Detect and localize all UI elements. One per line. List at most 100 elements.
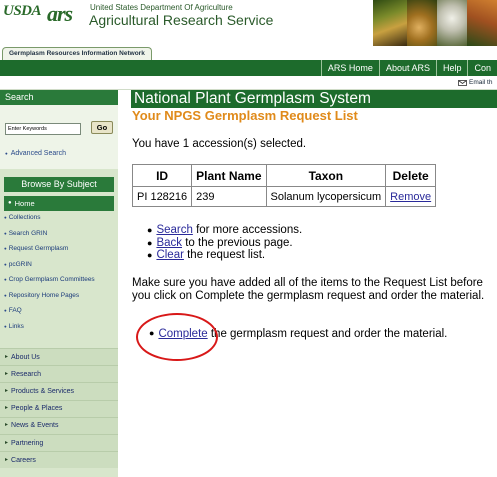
tab-grin[interactable]: Germplasm Resources Information Network xyxy=(2,47,152,60)
search-link[interactable]: Search xyxy=(156,224,192,236)
arrow-right-icon: ▸ xyxy=(5,353,9,360)
request-table: ID Plant Name Taxon Delete PI 128216 239… xyxy=(131,164,437,207)
sidebar-item-search-grin[interactable]: ● Search GRIN xyxy=(4,230,114,238)
table-row: PI 128216 239 Solanum lycopersicum Remov… xyxy=(131,186,437,207)
sidebar-item-pcgrin[interactable]: ● pcGRIN xyxy=(4,261,114,269)
sidebar-item-faq[interactable]: ● FAQ xyxy=(4,307,114,315)
cell-delete: Remove xyxy=(385,186,437,207)
go-button[interactable]: Go xyxy=(91,121,113,134)
envelope-icon xyxy=(458,79,467,86)
section-partnering[interactable]: ▸ Partnering xyxy=(0,433,118,452)
email-link[interactable]: Email th xyxy=(458,79,492,86)
list-item: ● Clear the request list. xyxy=(147,249,302,262)
usda-logo[interactable]: USDA xyxy=(3,3,42,20)
arrow-right-icon: ▸ xyxy=(5,456,9,463)
instructions-text: Make sure you have added all of the item… xyxy=(132,277,485,302)
table-header-row: ID Plant Name Taxon Delete xyxy=(131,164,437,187)
header-photo-plants xyxy=(373,0,407,46)
header-photo-grain xyxy=(407,0,437,46)
clear-link[interactable]: Clear xyxy=(156,249,183,261)
nav-about-ars[interactable]: About ARS xyxy=(378,60,436,76)
bullet-icon: ● xyxy=(4,308,7,313)
department-name: United States Department Of Agriculture xyxy=(90,3,233,12)
bullet-icon: ● xyxy=(4,230,7,236)
page-subtitle: Your NPGS Germplasm Request List xyxy=(132,108,358,123)
list-item: ● Back to the previous page. xyxy=(147,237,302,250)
bullet-icon: ● xyxy=(4,292,7,298)
remove-link[interactable]: Remove xyxy=(390,191,431,203)
keyword-search-input[interactable] xyxy=(5,123,81,135)
site-header: USDA ars United States Department Of Agr… xyxy=(0,0,497,46)
column-header-plant-name: Plant Name xyxy=(191,164,267,187)
section-people-places[interactable]: ▸ People & Places xyxy=(0,399,118,417)
sidebar-item-label: Request Germplasm xyxy=(8,245,69,252)
sidebar-item-repository-home-pages[interactable]: ● Repository Home Pages xyxy=(4,292,114,300)
arrow-right-icon: ▸ xyxy=(5,405,9,412)
sidebar-item-crop-germplasm-committees[interactable]: ● Crop Germplasm Committees xyxy=(4,276,114,284)
bullet-icon: ● xyxy=(4,323,7,329)
complete-text: the germplasm request and order the mate… xyxy=(207,328,448,340)
bullet-icon: ● xyxy=(5,151,8,156)
section-news-events[interactable]: ▸ News & Events xyxy=(0,416,118,434)
search-header: Search xyxy=(0,90,118,105)
sidebar-item-collections[interactable]: ● Collections xyxy=(4,214,114,222)
email-link-label: Email th xyxy=(469,79,493,86)
section-label: Research xyxy=(11,370,41,378)
sidebar-item-home[interactable]: ● Home xyxy=(4,196,114,211)
complete-link[interactable]: Complete xyxy=(158,328,207,340)
section-research[interactable]: ▸ Research xyxy=(0,365,118,383)
bullet-icon: ● xyxy=(4,215,7,220)
action-text: the request list. xyxy=(183,249,266,261)
action-list: ● Search for more accessions. ● Back to th… xyxy=(147,224,302,262)
section-label: Products & Services xyxy=(11,387,75,395)
nav-contact[interactable]: Con xyxy=(467,60,497,76)
sidebar-sections: ▸ About Us ▸ Research ▸ Products & Services… xyxy=(0,348,118,469)
sidebar: Search Go ● Advanced Search Browse By Su… xyxy=(0,90,118,477)
search-area: Go ● Advanced Search xyxy=(0,105,118,169)
action-text: for more accessions. xyxy=(192,224,303,236)
column-header-id: ID xyxy=(131,164,193,187)
sidebar-item-label: FAQ xyxy=(8,307,22,314)
back-link[interactable]: Back xyxy=(156,237,182,249)
arrow-right-icon: ▸ xyxy=(5,439,9,446)
header-photo-produce xyxy=(467,0,497,46)
agency-name: Agricultural Research Service xyxy=(89,12,274,28)
page-title: National Plant Germplasm System xyxy=(131,90,497,108)
section-careers[interactable]: ▸ Careers xyxy=(0,451,118,469)
sub-bar: Email th xyxy=(0,76,497,90)
advanced-search-label: Advanced Search xyxy=(10,150,66,158)
complete-item: ● Complete the germplasm request and ord… xyxy=(149,328,447,340)
sidebar-item-label: pcGRIN xyxy=(8,260,32,268)
accession-count-text: You have 1 accession(s) selected. xyxy=(132,138,307,150)
bullet-icon: ● xyxy=(147,250,153,260)
sidebar-item-label: Search GRIN xyxy=(8,229,48,237)
nav-ars-home[interactable]: ARS Home xyxy=(320,60,379,76)
sidebar-item-request-germplasm[interactable]: ● Request Germplasm xyxy=(4,245,114,253)
sidebar-item-label: Home xyxy=(14,199,35,208)
section-label: Partnering xyxy=(11,439,44,447)
cell-id: PI 128216 xyxy=(131,186,193,207)
advanced-search-link[interactable]: ● Advanced Search xyxy=(5,150,66,158)
cell-taxon: Solanum lycopersicum xyxy=(265,186,387,207)
arrow-right-icon: ▸ xyxy=(5,370,9,377)
sidebar-item-label: Collections xyxy=(8,214,41,221)
sidebar-item-label: Links xyxy=(8,322,24,330)
bullet-icon: ● xyxy=(4,246,7,251)
column-header-delete: Delete xyxy=(385,164,437,187)
section-label: News & Events xyxy=(11,422,59,430)
ars-logo[interactable]: ars xyxy=(47,1,73,27)
arrow-right-icon: ▸ xyxy=(5,387,9,394)
section-label: Careers xyxy=(11,456,36,464)
bullet-icon: ● xyxy=(8,200,12,206)
sidebar-links: ● Collections ● Search GRIN ● Request Germp… xyxy=(4,214,114,338)
nav-help[interactable]: Help xyxy=(435,60,468,76)
section-products-services[interactable]: ▸ Products & Services xyxy=(0,382,118,400)
header-photo-animal xyxy=(437,0,467,46)
sidebar-item-links[interactable]: ● Links xyxy=(4,323,114,331)
column-header-taxon: Taxon xyxy=(265,164,387,187)
tab-row: Germplasm Resources Information Network xyxy=(0,46,497,60)
bullet-icon: ● xyxy=(4,277,7,282)
bullet-icon: ● xyxy=(147,237,153,248)
action-text: to the previous page. xyxy=(182,236,293,249)
section-about-us[interactable]: ▸ About Us xyxy=(0,348,118,366)
